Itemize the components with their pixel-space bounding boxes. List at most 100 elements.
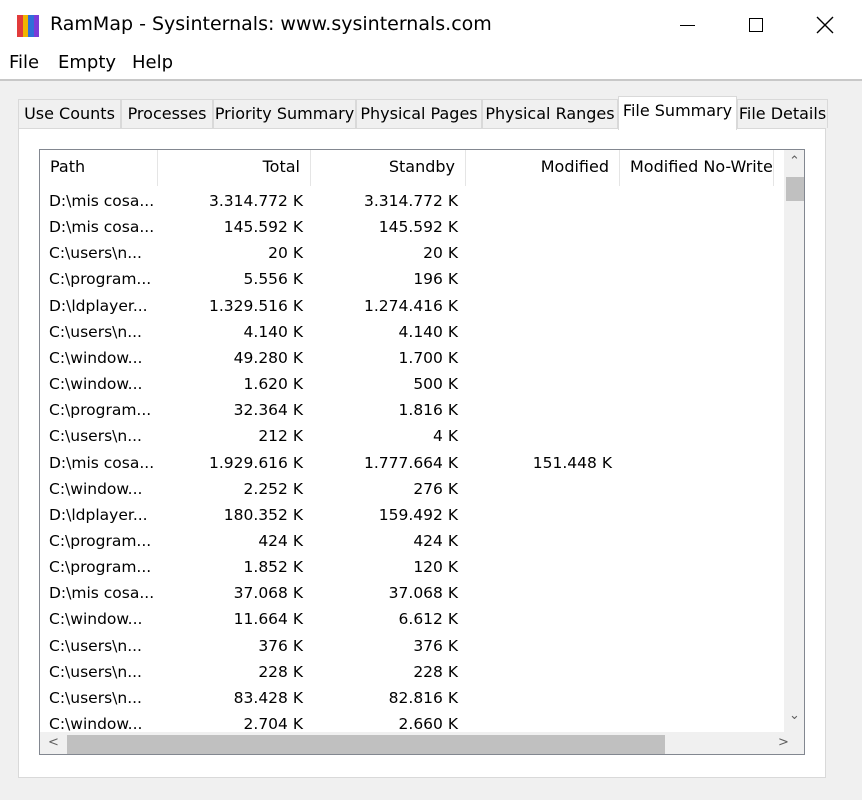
minimize-button[interactable] — [652, 0, 722, 50]
table-row[interactable]: C:\users\n... 20 K 20 K — [40, 240, 796, 266]
table-cell: 4.140 K — [398, 322, 458, 341]
horizontal-scroll-thumb[interactable] — [67, 735, 665, 754]
table-cell — [466, 188, 612, 214]
table-cell: C:\users\n... — [49, 662, 142, 681]
table-cell — [466, 580, 612, 606]
table-cell — [466, 554, 612, 580]
table-cell — [620, 214, 766, 240]
tab-physical-ranges[interactable]: Physical Ranges — [482, 99, 618, 128]
table-cell: C:\window... — [49, 610, 143, 629]
close-icon — [816, 16, 834, 34]
horizontal-scrollbar[interactable]: < > — [40, 732, 804, 754]
menu-empty[interactable]: Empty — [58, 52, 116, 73]
client-area: Use Counts Processes Priority Summary Ph… — [0, 81, 862, 800]
table-cell — [466, 633, 612, 659]
window-title: RamMap - Sysinternals: www.sysinternals.… — [50, 13, 492, 35]
table-cell — [620, 450, 766, 476]
table-cell: 180.352 K — [223, 505, 303, 524]
table-cell: 3.314.772 K — [209, 192, 303, 210]
table-cell: 1.852 K — [243, 558, 303, 577]
table-cell: D:\ldplayer... — [49, 505, 148, 524]
table-row[interactable]: D:\ldplayer... 180.352 K 159.492 K — [40, 502, 796, 528]
file-summary-panel: Path Total Standby Modified Modified No-… — [18, 128, 826, 778]
table-row[interactable]: D:\mis cosa... 3.314.772 K 3.314.772 K — [40, 188, 796, 214]
table-row[interactable]: C:\window... 2.252 K 276 K — [40, 476, 796, 502]
table-row[interactable]: D:\mis cosa... 145.592 K 145.592 K — [40, 214, 796, 240]
menu-help[interactable]: Help — [132, 52, 173, 73]
table-cell — [466, 266, 612, 292]
scroll-left-icon[interactable]: < — [48, 735, 59, 750]
table-cell: 228 K — [413, 662, 458, 681]
table-cell: 32.364 K — [233, 401, 303, 420]
column-header-path[interactable]: Path — [40, 150, 158, 186]
table-cell — [466, 397, 612, 423]
maximize-button[interactable] — [721, 0, 791, 50]
table-cell: 49.280 K — [233, 348, 303, 367]
table-cell: 3.314.772 K — [364, 192, 458, 210]
table-cell: C:\window... — [49, 348, 143, 367]
table-row[interactable]: C:\users\n... 212 K 4 K — [40, 423, 796, 449]
title-bar: RamMap - Sysinternals: www.sysinternals.… — [0, 0, 862, 50]
table-cell: C:\users\n... — [49, 688, 142, 707]
tab-physical-pages[interactable]: Physical Pages — [356, 99, 482, 128]
table-cell — [620, 502, 766, 528]
close-button[interactable] — [790, 0, 860, 50]
minimize-icon — [679, 24, 695, 26]
table-cell: C:\program... — [49, 531, 152, 550]
file-summary-list[interactable]: Path Total Standby Modified Modified No-… — [39, 149, 805, 755]
table-cell: 145.592 K — [378, 218, 458, 237]
menu-file[interactable]: File — [9, 52, 39, 73]
table-cell — [620, 293, 766, 319]
column-header-standby[interactable]: Standby — [311, 150, 466, 186]
table-cell — [620, 659, 766, 685]
tab-use-counts[interactable]: Use Counts — [18, 99, 121, 128]
column-header-modified-no-write[interactable]: Modified No-Write — [620, 150, 774, 186]
table-cell: 145.592 K — [223, 218, 303, 237]
table-cell — [620, 397, 766, 423]
table-cell — [620, 606, 766, 632]
table-row[interactable]: C:\program... 424 K 424 K — [40, 528, 796, 554]
table-row[interactable]: C:\window... 11.664 K 6.612 K — [40, 606, 796, 632]
table-cell — [466, 502, 612, 528]
table-cell: 4 K — [433, 427, 458, 446]
table-cell: 1.816 K — [398, 401, 458, 420]
scroll-right-icon[interactable]: > — [778, 735, 789, 750]
tab-priority-summary[interactable]: Priority Summary — [213, 99, 356, 128]
table-row[interactable]: C:\users\n... 376 K 376 K — [40, 633, 796, 659]
table-row[interactable]: D:\mis cosa... 37.068 K 37.068 K — [40, 580, 796, 606]
table-row[interactable]: D:\mis cosa... 1.929.616 K 1.777.664 K 151.… — [40, 450, 796, 476]
vertical-scrollbar[interactable]: ⌃ ⌄ — [784, 150, 804, 733]
table-cell: D:\mis cosa... — [49, 453, 155, 472]
tab-processes[interactable]: Processes — [121, 99, 213, 128]
table-row[interactable]: C:\program... 32.364 K 1.816 K — [40, 397, 796, 423]
table-row[interactable]: C:\users\n... 83.428 K 82.816 K — [40, 685, 796, 711]
table-cell — [466, 606, 612, 632]
table-cell — [620, 633, 766, 659]
table-cell: C:\program... — [49, 558, 152, 577]
table-row[interactable]: C:\users\n... 228 K 228 K — [40, 659, 796, 685]
table-cell: C:\program... — [49, 270, 152, 289]
table-cell: 11.664 K — [233, 610, 303, 629]
column-header-total[interactable]: Total — [158, 150, 311, 186]
table-cell: 2.252 K — [243, 479, 303, 498]
scroll-up-icon[interactable]: ⌃ — [789, 154, 800, 169]
column-header-modified[interactable]: Modified — [466, 150, 620, 186]
vertical-scroll-thumb[interactable] — [786, 177, 804, 201]
scroll-down-icon[interactable]: ⌄ — [789, 708, 800, 723]
tab-file-summary[interactable]: File Summary — [618, 96, 737, 130]
table-cell — [620, 423, 766, 449]
tab-file-details[interactable]: File Details — [737, 99, 828, 128]
table-cell: C:\window... — [49, 375, 143, 394]
table-row[interactable]: C:\program... 1.852 K 120 K — [40, 554, 796, 580]
table-cell — [466, 345, 612, 371]
table-cell: 1.329.516 K — [209, 296, 303, 315]
table-cell — [466, 528, 612, 554]
table-cell — [466, 319, 612, 345]
table-row[interactable]: D:\ldplayer... 1.329.516 K 1.274.416 K — [40, 293, 796, 319]
table-row[interactable]: C:\window... 1.620 K 500 K — [40, 371, 796, 397]
table-cell: C:\users\n... — [49, 322, 142, 341]
table-cell: C:\users\n... — [49, 427, 142, 446]
table-row[interactable]: C:\program... 5.556 K 196 K — [40, 266, 796, 292]
table-row[interactable]: C:\window... 49.280 K 1.700 K — [40, 345, 796, 371]
table-row[interactable]: C:\users\n... 4.140 K 4.140 K — [40, 319, 796, 345]
